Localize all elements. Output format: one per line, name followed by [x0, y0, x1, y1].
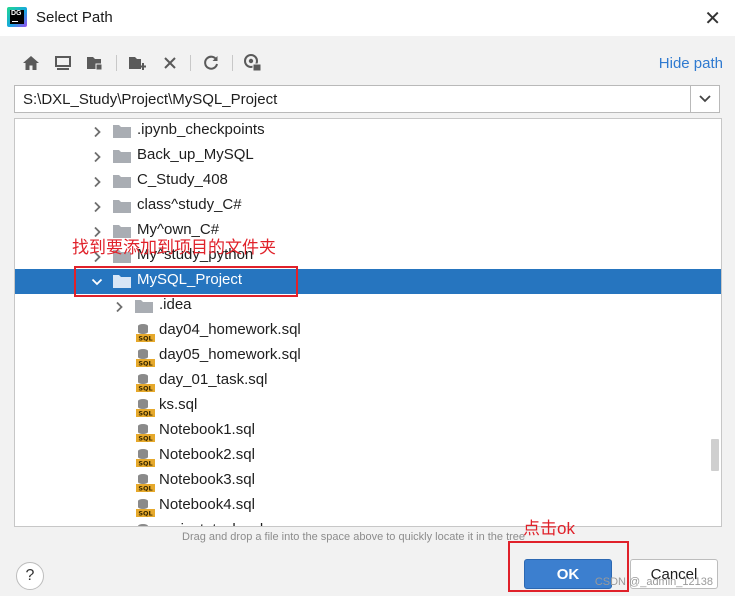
datagrip-app-icon: DG [7, 7, 27, 27]
svg-text:SQL: SQL [138, 385, 152, 393]
folder-icon [113, 124, 131, 138]
show-hidden-icon[interactable] [242, 52, 264, 74]
folder-icon [135, 299, 153, 313]
sql-file-icon: SQL [135, 472, 155, 493]
svg-text:SQL: SQL [138, 435, 152, 443]
help-button[interactable]: ? [16, 562, 44, 590]
tree-row-label: Notebook3.sql [159, 471, 255, 488]
tree-file-row[interactable]: SQL Notebook2.sql [15, 444, 721, 469]
svg-text:SQL: SQL [138, 335, 152, 343]
chevron-right-icon[interactable] [91, 125, 103, 138]
sql-file-icon: SQL [135, 347, 155, 368]
tree-row-label: class^study_C# [137, 196, 242, 213]
svg-text:SQL: SQL [138, 460, 152, 468]
tree-folder-row[interactable]: Back_up_MySQL [15, 144, 721, 169]
tree-row-label: day_01_task.sql [159, 371, 268, 388]
sql-file-icon: SQL [135, 422, 155, 443]
sql-file-icon: SQL [135, 372, 155, 393]
tree-row-label: day05_homework.sql [159, 346, 301, 363]
drag-drop-hint: Drag and drop a file into the space abov… [182, 531, 526, 543]
chevron-down-icon[interactable] [91, 275, 103, 287]
tree-file-row[interactable]: SQL day_01_task.sql [15, 369, 721, 394]
path-input[interactable] [15, 86, 691, 112]
folder-icon [113, 199, 131, 213]
tree-folder-row[interactable]: MySQL_Project [15, 269, 721, 294]
sql-file-icon: SQL [135, 322, 155, 343]
path-combo [14, 85, 720, 113]
tree-file-row[interactable]: SQL Notebook4.sql [15, 494, 721, 519]
title-bar: DG Select Path ✕ [0, 0, 735, 36]
hide-path-link[interactable]: Hide path [659, 55, 723, 72]
annotation-click-ok: 点击ok [523, 519, 575, 538]
svg-text:SQL: SQL [138, 485, 152, 493]
chevron-right-icon[interactable] [113, 300, 125, 313]
tree-row-label: day04_homework.sql [159, 321, 301, 338]
desktop-icon[interactable] [52, 52, 74, 74]
csdn-watermark: CSDN @_admin_12138 [594, 576, 713, 588]
sql-file-icon: SQL [135, 397, 155, 418]
svg-text:SQL: SQL [138, 360, 152, 368]
refresh-icon[interactable] [200, 52, 222, 74]
tree-row-label: C_Study_408 [137, 171, 228, 188]
chevron-right-icon[interactable] [91, 200, 103, 213]
folder-icon [113, 174, 131, 188]
tree-row-label: Notebook1.sql [159, 421, 255, 438]
tree-row-label: MySQL_Project [137, 271, 243, 288]
tree-row-label: ks.sql [159, 396, 198, 413]
tree-file-row[interactable]: SQL day04_homework.sql [15, 319, 721, 344]
path-dropdown-button[interactable] [690, 86, 719, 112]
tree-folder-row[interactable]: C_Study_408 [15, 169, 721, 194]
tree-scrollbar[interactable] [711, 439, 719, 471]
delete-icon[interactable] [159, 52, 181, 74]
tree-folder-row[interactable]: .ipynb_checkpoints [15, 119, 721, 144]
close-icon[interactable]: ✕ [704, 6, 721, 31]
folder-icon [113, 274, 131, 288]
chevron-right-icon[interactable] [91, 175, 103, 188]
tree-file-row[interactable]: SQL Notebook1.sql [15, 419, 721, 444]
tree-row-label: .idea [159, 296, 192, 313]
tree-folder-row[interactable]: .idea [15, 294, 721, 319]
file-tree[interactable]: SQL project_task.sql SQL Notebook4.sql SQL No… [14, 118, 722, 527]
sql-file-icon: SQL [135, 522, 155, 526]
tree-file-row[interactable]: SQL ks.sql [15, 394, 721, 419]
tree-row-label: Notebook2.sql [159, 446, 255, 463]
tree-file-row[interactable]: SQL day05_homework.sql [15, 344, 721, 369]
tree-row-label: Notebook4.sql [159, 496, 255, 513]
dialog-title: Select Path [36, 9, 113, 26]
new-folder-icon[interactable] [126, 52, 148, 74]
tree-row-label: Back_up_MySQL [137, 146, 254, 163]
chevron-right-icon[interactable] [91, 150, 103, 163]
home-icon[interactable] [20, 52, 42, 74]
svg-text:SQL: SQL [138, 410, 152, 418]
project-folder-icon[interactable] [84, 52, 106, 74]
chevron-down-icon [699, 95, 711, 103]
sql-file-icon: SQL [135, 447, 155, 468]
tree-folder-row[interactable]: class^study_C# [15, 194, 721, 219]
tree-file-row[interactable]: SQL project_task.sql [15, 519, 721, 526]
tree-row-label: project_task.sql [159, 521, 263, 526]
tree-row-label: .ipynb_checkpoints [137, 121, 265, 138]
tree-file-row[interactable]: SQL Notebook3.sql [15, 469, 721, 494]
folder-icon [113, 149, 131, 163]
annotation-find-folder: 找到要添加到项目的文件夹 [72, 238, 276, 257]
sql-file-icon: SQL [135, 497, 155, 518]
svg-text:SQL: SQL [138, 510, 152, 518]
